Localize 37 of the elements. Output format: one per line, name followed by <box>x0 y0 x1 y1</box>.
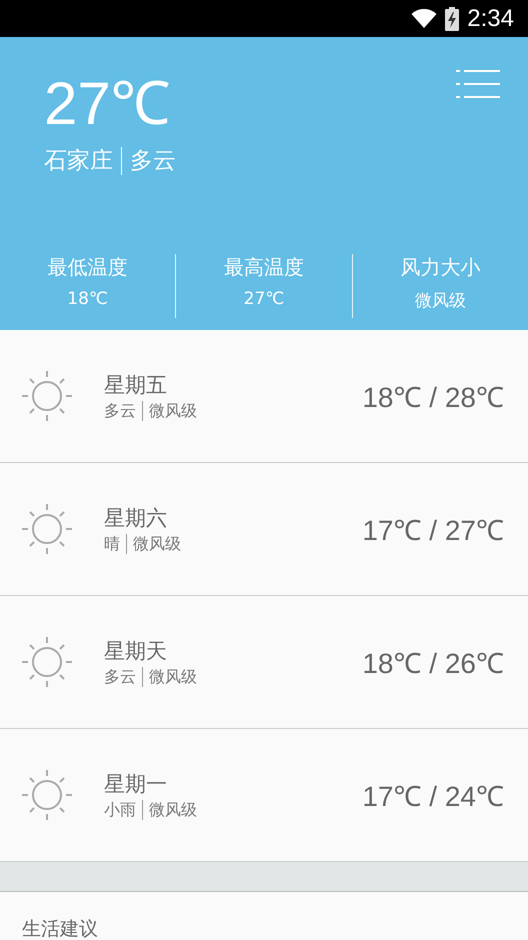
weather-condition: 多云 <box>130 147 176 176</box>
forecast-row[interactable]: 星期五 多云 微风级 18℃ / 28℃ <box>0 330 528 463</box>
temperature-range: 17℃ / 24℃ <box>362 780 504 814</box>
temperature-range: 17℃ / 27℃ <box>362 514 504 548</box>
forecast-row[interactable]: 星期天 多云 微风级 18℃ / 26℃ <box>0 596 528 729</box>
temperature-range: 18℃ / 28℃ <box>362 381 504 415</box>
wifi-icon <box>411 8 438 28</box>
current-temperature: 27℃ <box>44 69 172 139</box>
weather-condition: 晴 <box>104 534 120 554</box>
sun-icon <box>22 371 72 421</box>
menu-icon[interactable] <box>456 69 500 99</box>
stat-value: 微风级 <box>414 290 466 312</box>
wind-level: 微风级 <box>149 400 197 422</box>
day-name: 星期五 <box>104 372 168 398</box>
section-title: 生活建议 <box>22 918 98 940</box>
temperature-range: 18℃ / 26℃ <box>362 647 504 681</box>
stat-label: 最高温度 <box>224 254 304 281</box>
wind-level: 微风级 <box>149 666 197 688</box>
sun-icon <box>22 637 72 687</box>
weather-condition: 多云 <box>104 666 136 688</box>
sun-icon <box>22 504 72 554</box>
forecast-row[interactable]: 星期六 晴 微风级 17℃ / 27℃ <box>0 463 528 596</box>
stat-value: 27℃ <box>244 289 284 309</box>
clock-time: 2:34 <box>467 4 514 32</box>
day-name: 星期一 <box>104 770 168 798</box>
day-name: 星期天 <box>104 638 168 664</box>
wind-level: 微风级 <box>149 800 197 820</box>
stat-value: 18℃ <box>67 289 108 309</box>
stat-label: 最低温度 <box>48 254 128 281</box>
sun-icon <box>22 770 72 820</box>
day-name: 星期六 <box>104 504 168 532</box>
city-name: 石家庄 <box>44 147 113 176</box>
wind-level: 微风级 <box>133 534 181 554</box>
battery-icon <box>445 6 460 30</box>
stat-label: 风力大小 <box>400 254 480 281</box>
weather-condition: 多云 <box>104 400 136 422</box>
weather-condition: 小雨 <box>104 800 136 820</box>
